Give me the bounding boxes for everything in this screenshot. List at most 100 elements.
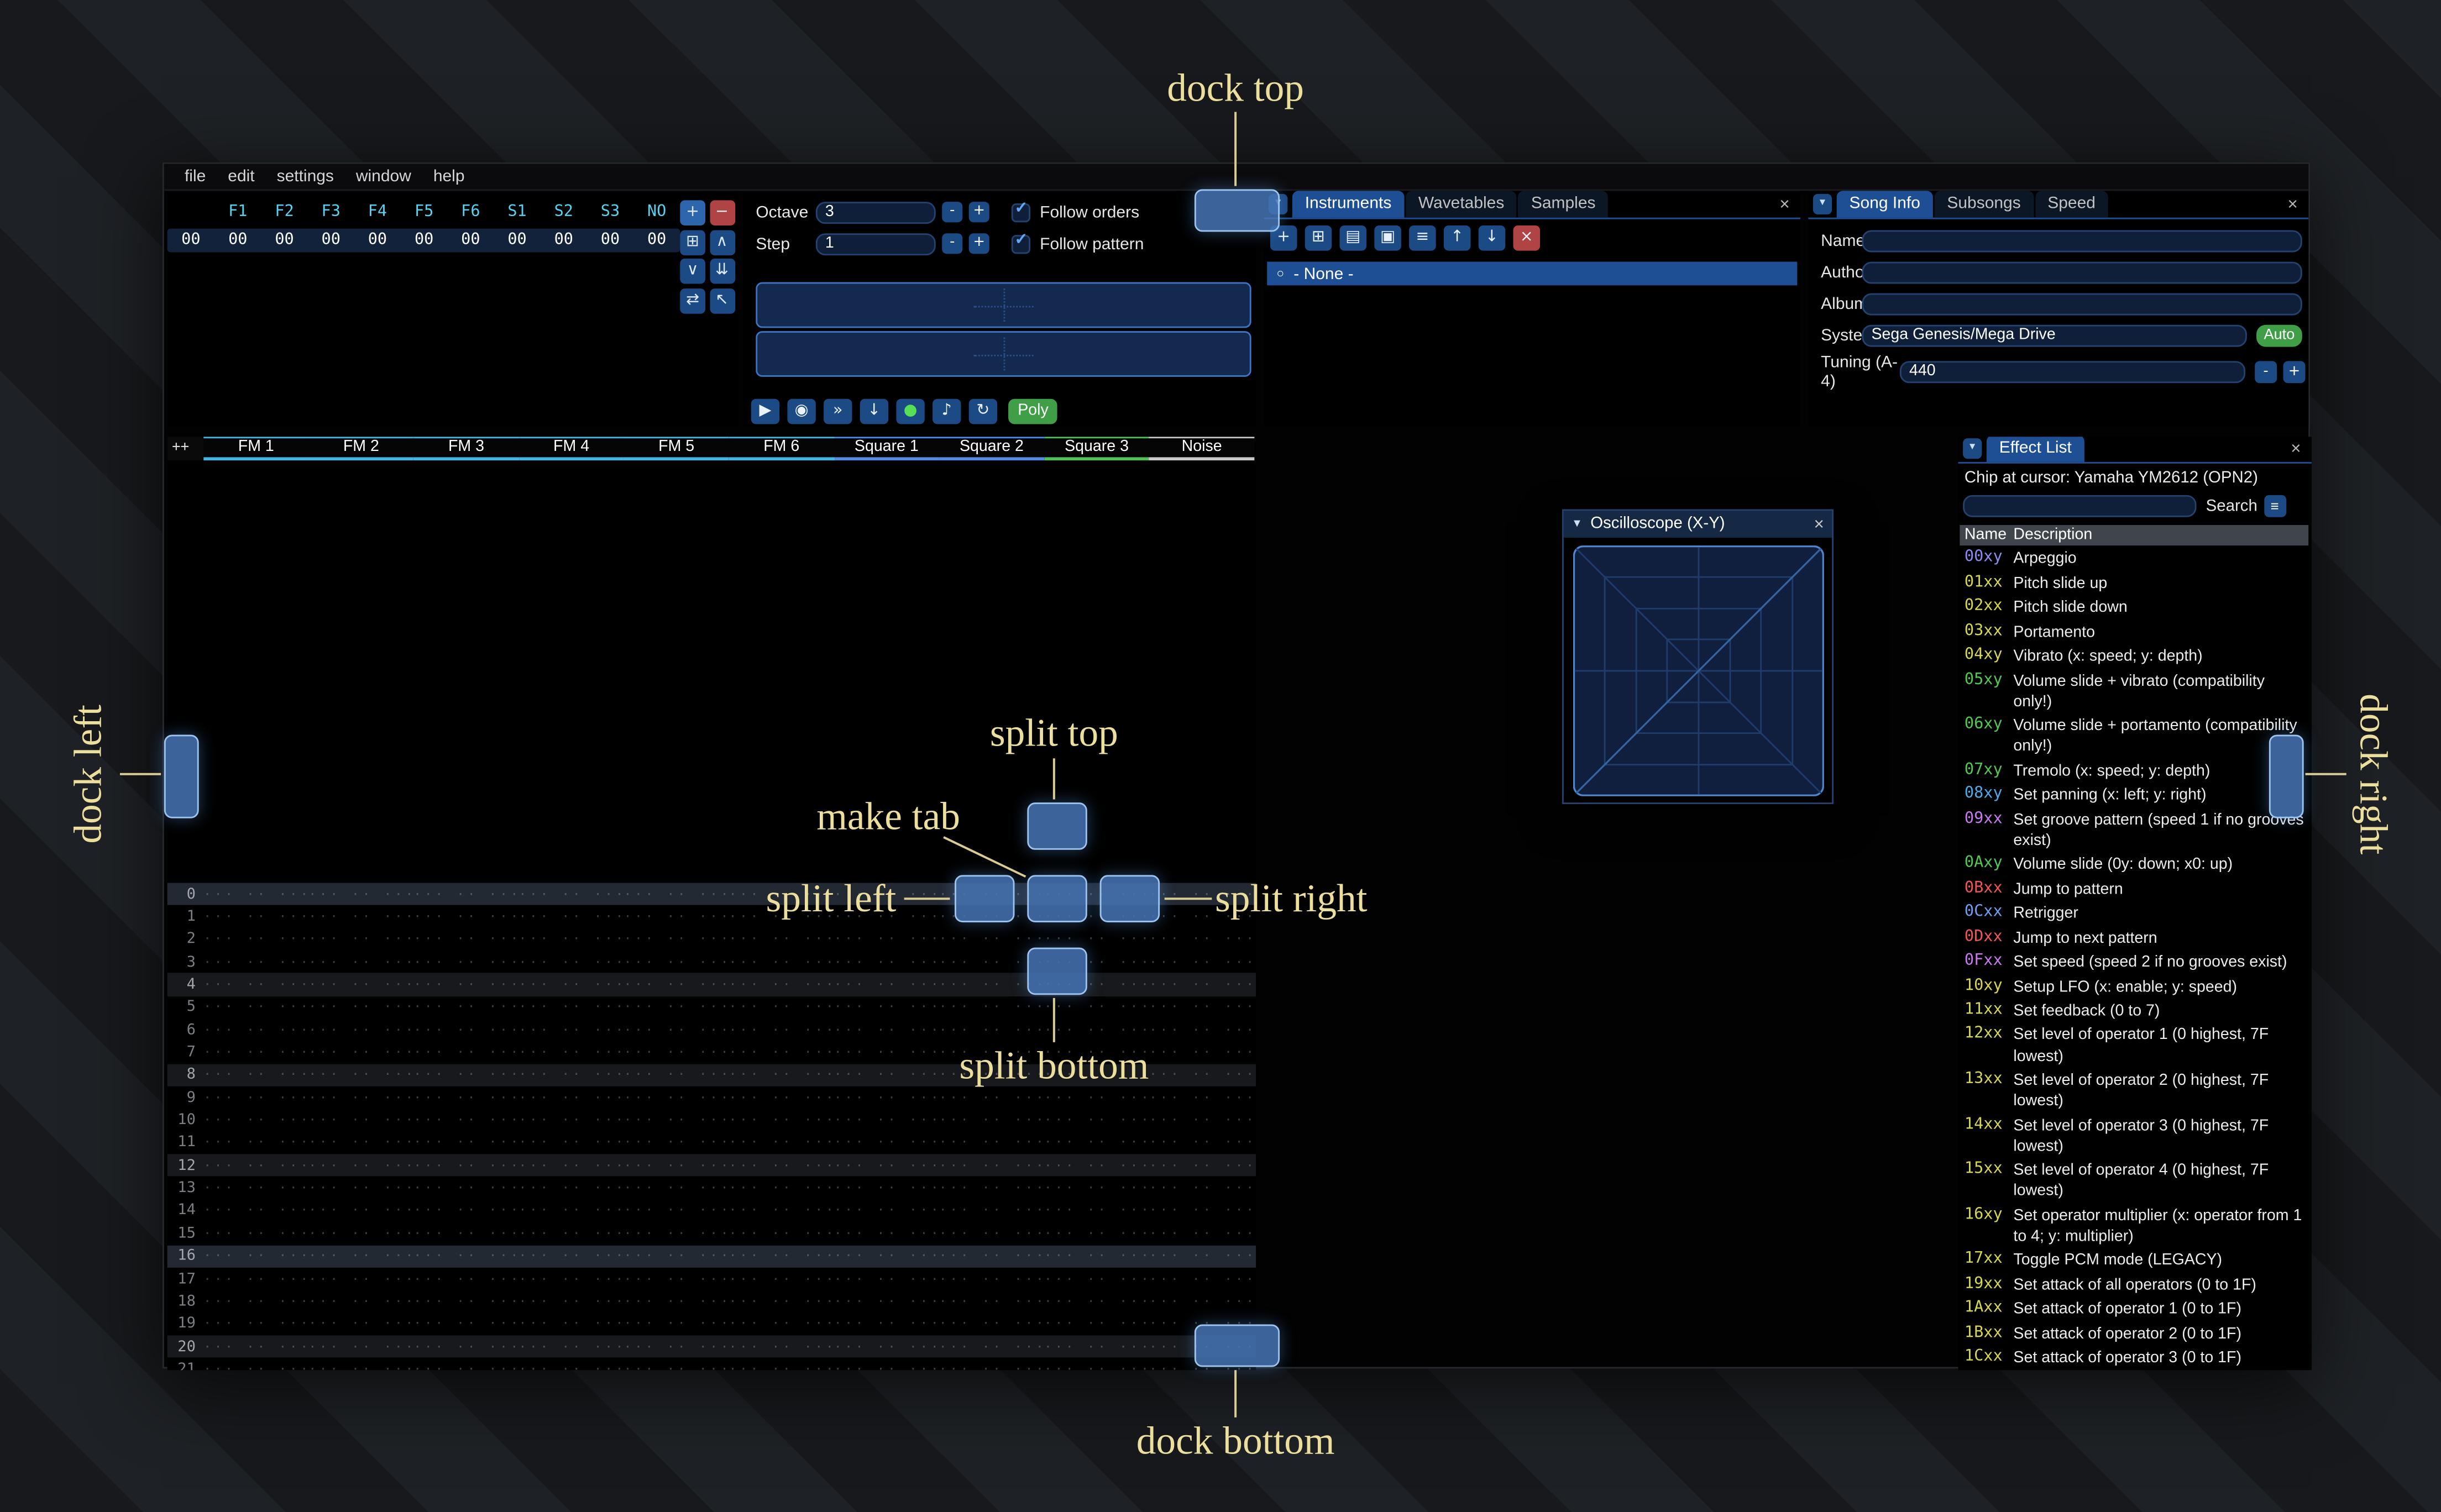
- pattern-cell[interactable]: ··· ·· ···: [834, 978, 939, 992]
- effect-row[interactable]: 13xx Set level of operator 2 (0 highest, …: [1960, 1069, 2310, 1114]
- pattern-cell[interactable]: ··· ·· ···: [203, 1068, 308, 1083]
- pattern-cell[interactable]: ··· ·· ···: [308, 887, 413, 901]
- instrument-folders-button[interactable]: ≡: [1409, 225, 1436, 251]
- pattern-cell[interactable]: ··· ·· ···: [729, 1204, 834, 1218]
- pattern-cell[interactable]: ··· ·· ···: [413, 887, 518, 901]
- effect-row[interactable]: 1Cxx Set attack of operator 3 (0 to 1F): [1960, 1346, 2310, 1370]
- octave-decrease-button[interactable]: -: [942, 202, 963, 223]
- song-info-tab-song-info[interactable]: Song Info: [1836, 191, 1933, 218]
- channel-header-fm-2[interactable]: FM 2: [308, 437, 414, 461]
- pattern-cell[interactable]: ··· ·· ···: [939, 1181, 1044, 1195]
- pattern-cell[interactable]: ··· ·· ···: [729, 1181, 834, 1195]
- menu-item-file[interactable]: file: [174, 166, 217, 188]
- stop-button[interactable]: ◉: [787, 398, 816, 424]
- pattern-cell[interactable]: ··· ·· ···: [834, 1068, 939, 1083]
- pattern-cell[interactable]: ··· ·· ···: [834, 1249, 939, 1263]
- pattern-cell[interactable]: ··· ·· ···: [1149, 955, 1254, 969]
- pattern-cell[interactable]: ··· ·· ···: [1149, 1000, 1254, 1015]
- pattern-cell[interactable]: ··· ·· ···: [1044, 1114, 1149, 1128]
- pattern-cell[interactable]: ··· ·· ···: [1044, 1340, 1149, 1354]
- pattern-cell[interactable]: ··· ·· ···: [308, 910, 413, 924]
- song-info-tab-speed[interactable]: Speed: [2035, 191, 2108, 218]
- close-icon[interactable]: ×: [2282, 194, 2304, 216]
- pattern-cell[interactable]: ··· ·· ···: [834, 1000, 939, 1015]
- pattern-cell[interactable]: ··· ·· ···: [308, 1181, 413, 1195]
- pattern-cell[interactable]: ··· ·· ···: [1149, 1046, 1254, 1060]
- instrument-delete-button[interactable]: ×: [1513, 225, 1541, 251]
- pattern-cell[interactable]: ··· ·· ···: [203, 1249, 308, 1263]
- channel-header-square-3[interactable]: Square 3: [1044, 437, 1150, 461]
- pattern-cell[interactable]: ··· ·· ···: [519, 978, 624, 992]
- pattern-cell[interactable]: ··· ·· ···: [624, 1158, 729, 1173]
- order-edit-mode-button[interactable]: ↖: [709, 287, 735, 313]
- pattern-cell[interactable]: ··· ·· ···: [519, 1226, 624, 1241]
- effect-row[interactable]: 15xx Set level of operator 4 (0 highest, …: [1960, 1159, 2310, 1204]
- pattern-cell[interactable]: ··· ·· ···: [519, 1181, 624, 1195]
- split-top-target[interactable]: [1027, 802, 1087, 850]
- pattern-cell[interactable]: ··· ·· ···: [413, 1091, 518, 1105]
- pattern-cell[interactable]: ··· ·· ···: [1044, 1226, 1149, 1241]
- order-duplicate-button[interactable]: ⊞: [680, 229, 705, 255]
- order-remove-button[interactable]: −: [709, 200, 735, 225]
- author-input[interactable]: [1862, 261, 2302, 284]
- effect-row[interactable]: 0Axy Volume slide (0y: down; x0: up): [1960, 853, 2310, 877]
- pattern-cell[interactable]: ··· ·· ···: [519, 1023, 624, 1037]
- effect-row[interactable]: 1Bxx Set attack of operator 2 (0 to 1F): [1960, 1322, 2310, 1346]
- pattern-cell[interactable]: ··· ·· ···: [519, 1158, 624, 1173]
- pattern-cell[interactable]: ··· ·· ···: [203, 1158, 308, 1173]
- pattern-cell[interactable]: ··· ·· ···: [729, 1272, 834, 1286]
- order-change-mode-button[interactable]: ⇄: [680, 287, 705, 313]
- order-cell[interactable]: 00: [308, 232, 354, 249]
- pattern-cell[interactable]: ··· ·· ···: [203, 978, 308, 992]
- dock-right-target[interactable]: [2269, 734, 2304, 818]
- channel-header-fm-3[interactable]: FM 3: [413, 437, 519, 461]
- order-duplicate-end-button[interactable]: ⇊: [709, 258, 735, 284]
- effect-row[interactable]: 0Cxx Retrigger: [1960, 902, 2310, 926]
- pattern-cell[interactable]: ··· ·· ···: [308, 978, 413, 992]
- pattern-cell[interactable]: ··· ·· ···: [624, 1249, 729, 1263]
- pattern-cell[interactable]: ··· ·· ···: [729, 1158, 834, 1173]
- pattern-cell[interactable]: ··· ·· ···: [413, 1272, 518, 1286]
- pattern-cell[interactable]: ··· ·· ···: [939, 1114, 1044, 1128]
- pattern-cell[interactable]: ··· ·· ···: [834, 1226, 939, 1241]
- pattern-cell[interactable]: ··· ·· ···: [729, 955, 834, 969]
- order-move-down-button[interactable]: ∨: [680, 258, 705, 284]
- instruments-tab-instruments[interactable]: Instruments: [1292, 191, 1405, 218]
- effect-row[interactable]: 04xy Vibrato (x: speed; y: depth): [1960, 645, 2310, 669]
- window-menu-button[interactable]: ▼: [1963, 438, 1982, 459]
- pattern-cell[interactable]: ··· ·· ···: [519, 1000, 624, 1015]
- channel-header-fm-6[interactable]: FM 6: [729, 437, 834, 461]
- pattern-cell[interactable]: ··· ·· ···: [1149, 1091, 1254, 1105]
- pattern-cell[interactable]: ··· ·· ···: [939, 1294, 1044, 1309]
- pattern-cell[interactable]: ··· ·· ···: [834, 1317, 939, 1331]
- pattern-cell[interactable]: ··· ·· ···: [729, 1317, 834, 1331]
- menu-item-settings[interactable]: settings: [266, 166, 345, 188]
- pattern-cell[interactable]: ··· ·· ···: [203, 1023, 308, 1037]
- step-row-button[interactable]: ↓: [860, 398, 889, 424]
- pattern-cell[interactable]: ··· ·· ···: [1149, 1204, 1254, 1218]
- pattern-cell[interactable]: ··· ·· ···: [939, 1091, 1044, 1105]
- pattern-cell[interactable]: ··· ·· ···: [413, 1340, 518, 1354]
- pattern-cell[interactable]: ··· ·· ···: [1149, 978, 1254, 992]
- pattern-cell[interactable]: ··· ·· ···: [729, 1340, 834, 1354]
- pattern-cell[interactable]: ··· ·· ···: [729, 1249, 834, 1263]
- pattern-cell[interactable]: ··· ·· ···: [308, 1226, 413, 1241]
- pattern-cell[interactable]: ··· ·· ···: [624, 978, 729, 992]
- menu-icon[interactable]: ≡: [2264, 495, 2286, 517]
- pattern-cell[interactable]: ··· ·· ···: [413, 1046, 518, 1060]
- split-left-target[interactable]: [955, 875, 1015, 922]
- pattern-cell[interactable]: ··· ·· ···: [308, 1340, 413, 1354]
- pattern-cell[interactable]: ··· ·· ···: [203, 1317, 308, 1331]
- pattern-cell[interactable]: ··· ·· ···: [624, 1272, 729, 1286]
- dock-left-target[interactable]: [164, 734, 199, 818]
- channel-header-fm-1[interactable]: FM 1: [203, 437, 309, 461]
- pattern-cell[interactable]: ··· ·· ···: [519, 1204, 624, 1218]
- pattern-cell[interactable]: ··· ·· ···: [939, 1226, 1044, 1241]
- instruments-tab-wavetables[interactable]: Wavetables: [1406, 191, 1517, 218]
- follow-orders-checkbox[interactable]: ✓: [1011, 200, 1031, 222]
- pattern-cell[interactable]: ··· ·· ···: [624, 1046, 729, 1060]
- pattern-cell[interactable]: ··· ·· ···: [413, 1158, 518, 1173]
- pattern-cell[interactable]: ··· ·· ···: [939, 1317, 1044, 1331]
- pattern-cell[interactable]: ··· ·· ···: [413, 1114, 518, 1128]
- order-cell[interactable]: 00: [447, 232, 494, 249]
